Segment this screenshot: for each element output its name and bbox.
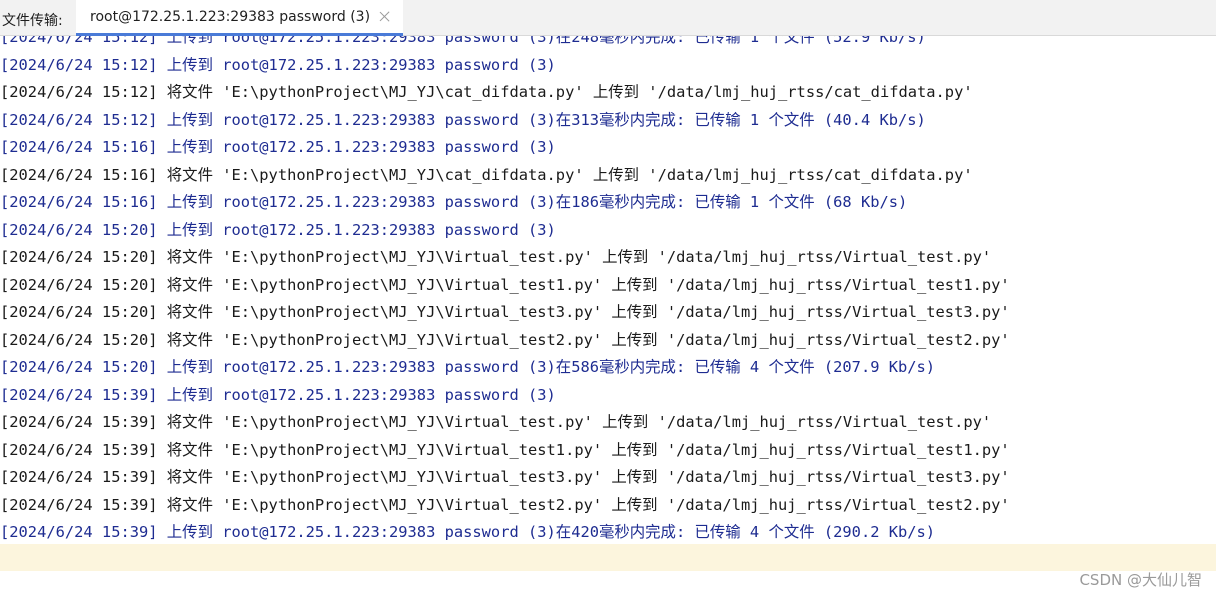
- log-line: [2024/6/24 15:12] 将文件 'E:\pythonProject\…: [0, 83, 973, 101]
- log-line: [2024/6/24 15:20] 上传到 root@172.25.1.223:…: [0, 220, 556, 239]
- log-line: [2024/6/24 15:12] 上传到 root@172.25.1.223:…: [0, 55, 556, 74]
- log-line: [2024/6/24 15:20] 将文件 'E:\pythonProject\…: [0, 275, 1010, 294]
- log-line: [2024/6/24 15:20] 将文件 'E:\pythonProject\…: [0, 248, 992, 266]
- current-line-highlight: [0, 544, 1216, 571]
- tab-label: root@172.25.1.223:29383 password (3): [90, 8, 371, 25]
- log-line: [2024/6/24 15:12] 上传到 root@172.25.1.223:…: [0, 36, 926, 46]
- log-line: [2024/6/24 15:39] 上传到 root@172.25.1.223:…: [0, 385, 556, 404]
- tool-window-tabbar: 文件传输: root@172.25.1.223:29383 password (…: [0, 0, 1216, 36]
- watermark: CSDN @大仙儿智: [1079, 571, 1202, 589]
- log-line: [2024/6/24 15:16] 将文件 'E:\pythonProject\…: [0, 165, 973, 184]
- tab-remote-host[interactable]: root@172.25.1.223:29383 password (3): [76, 0, 404, 36]
- panel-title: 文件传输:: [2, 13, 63, 29]
- log-line: [2024/6/24 15:39] 上传到 root@172.25.1.223:…: [0, 523, 936, 541]
- log-line: [2024/6/24 15:16] 上传到 root@172.25.1.223:…: [0, 193, 908, 211]
- log-line: [2024/6/24 15:16] 上传到 root@172.25.1.223:…: [0, 138, 556, 156]
- log-lines: [2024/6/24 15:12] 上传到 root@172.25.1.223:…: [0, 36, 1216, 547]
- log-line: [2024/6/24 15:20] 将文件 'E:\pythonProject\…: [0, 330, 1010, 349]
- log-line: [2024/6/24 15:20] 上传到 root@172.25.1.223:…: [0, 358, 936, 376]
- log-line: [2024/6/24 15:12] 上传到 root@172.25.1.223:…: [0, 110, 926, 129]
- log-line: [2024/6/24 15:39] 将文件 'E:\pythonProject\…: [0, 440, 1010, 459]
- log-line: [2024/6/24 15:39] 将文件 'E:\pythonProject\…: [0, 413, 992, 431]
- file-transfer-log[interactable]: [2024/6/24 15:12] 上传到 root@172.25.1.223:…: [0, 36, 1216, 599]
- close-icon[interactable]: [378, 10, 391, 23]
- log-line: [2024/6/24 15:39] 将文件 'E:\pythonProject\…: [0, 468, 1010, 486]
- log-line: [2024/6/24 15:39] 将文件 'E:\pythonProject\…: [0, 495, 1010, 514]
- log-line: [2024/6/24 15:20] 将文件 'E:\pythonProject\…: [0, 303, 1010, 321]
